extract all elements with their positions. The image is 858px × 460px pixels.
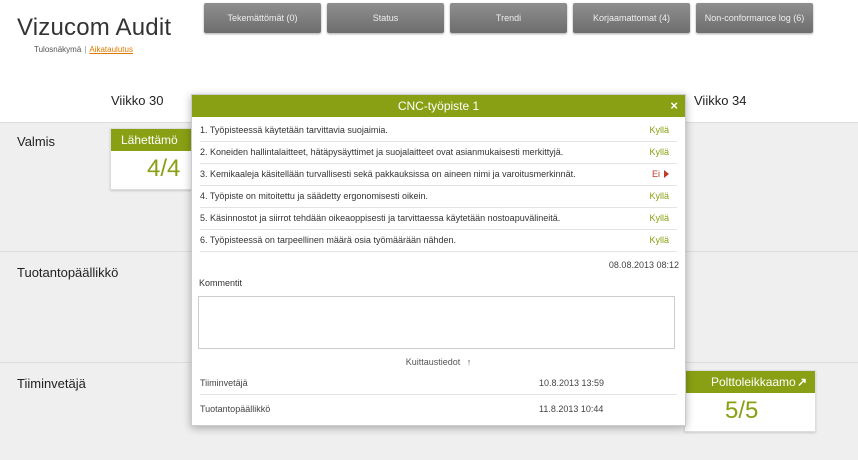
question-text: 2. Koneiden hallintalaitteet, hätäpysäyt… [200,147,564,157]
question-row: 1. Työpisteessä käytetään tarvittavia su… [200,119,677,142]
answer-yes: Kyllä [649,213,669,223]
close-icon[interactable]: × [670,95,678,117]
ack-time: 10.8.2013 13:59 [539,378,605,388]
answer-no[interactable]: Ei [652,163,669,185]
card-title-row: Polttoleikkaamo ↗ [685,371,815,393]
question-row: 2. Koneiden hallintalaitteet, hätäpysäyt… [200,141,677,164]
tab-tekemattomat[interactable]: Tekemättömät (0) [204,3,321,33]
question-text: 1. Työpisteessä käytetään tarvittavia su… [200,125,388,135]
question-text: 5. Käsinnostot ja siirrot tehdään oikeao… [200,213,561,223]
week-label-left: Viikko 30 [111,93,164,108]
ack-time: 11.8.2013 10:44 [539,404,604,414]
app-header: Vizucom Audit Tulosnäkymä | Aikataulutus T… [0,0,858,93]
answer-yes: Kyllä [649,235,669,245]
question-row[interactable]: 3. Kemikaaleja käsitellään turvallisesti… [200,163,677,186]
row-label-valmis: Valmis [17,134,56,149]
arrow-up-icon: ↑ [466,357,472,367]
week-label-right: Viikko 34 [694,93,747,108]
modal-header: CNC-työpiste 1 × [192,95,685,117]
card-value: 4/4 [147,155,181,182]
audit-detail-modal: CNC-työpiste 1 × 1. Työpisteessä käytetä… [191,94,686,426]
tab-status[interactable]: Status [327,3,444,33]
ack-role: Tiiminvetäjä [200,378,248,388]
answer-yes: Kyllä [649,125,669,135]
subnav-link-aikataulutus[interactable]: Aikataulutus [89,45,133,54]
modal-title: CNC-työpiste 1 [397,99,480,113]
acknowledgements-toggle[interactable]: Kuittaustiedot ↑ [192,357,685,367]
card-title: Polttoleikkaamo [711,375,796,389]
card-title: Lähettämö [111,129,201,151]
answer-no-label: Ei [651,169,660,179]
question-text: 3. Kemikaaleja käsitellään turvallisesti… [200,169,576,179]
card-value: 5/5 [725,397,759,424]
subnav: Tulosnäkymä | Aikataulutus [34,45,133,54]
row-label-tiiminvetaja: Tiiminvetäjä [17,376,86,391]
app-title: Vizucom Audit [17,14,172,41]
row-label-tuotantopaallikko: Tuotantopäällikkö [17,265,119,280]
subnav-current: Tulosnäkymä [34,45,82,54]
tab-korjaamattomat[interactable]: Korjaamattomat (4) [573,3,690,33]
card-polttoleikkaamo[interactable]: Polttoleikkaamo ↗ 5/5 [684,370,816,432]
tab-trendi[interactable]: Trendi [450,3,567,33]
question-row: 5. Käsinnostot ja siirrot tehdään oikeao… [200,207,677,230]
tab-non-conformance-log[interactable]: Non-conformance log (6) [696,3,813,33]
answer-yes: Kyllä [649,147,669,157]
acknowledgement-row: Tiiminvetäjä 10.8.2013 13:59 [200,372,677,395]
card-lahettamo[interactable]: Lähettämö 4/4 [110,128,202,190]
arrow-up-right-icon: ↗ [796,375,807,389]
triangle-right-icon [664,170,669,178]
audit-timestamp: 08.08.2013 08:12 [608,260,679,270]
acknowledgements-label: Kuittaustiedot [405,357,461,367]
question-text: 6. Työpisteessä on tarpeellinen määrä os… [200,235,456,245]
question-row: 6. Työpisteessä on tarpeellinen määrä os… [200,229,677,252]
ack-role: Tuotantopäällikkö [200,404,271,414]
acknowledgement-row: Tuotantopäällikkö 11.8.2013 10:44 [200,398,677,420]
comment-label: Kommentit [199,278,243,288]
question-row: 4. Työpiste on mitoitettu ja säädetty er… [200,185,677,208]
question-text: 4. Työpiste on mitoitettu ja säädetty er… [200,191,428,201]
comment-textarea[interactable] [198,296,675,349]
answer-yes: Kyllä [649,191,669,201]
